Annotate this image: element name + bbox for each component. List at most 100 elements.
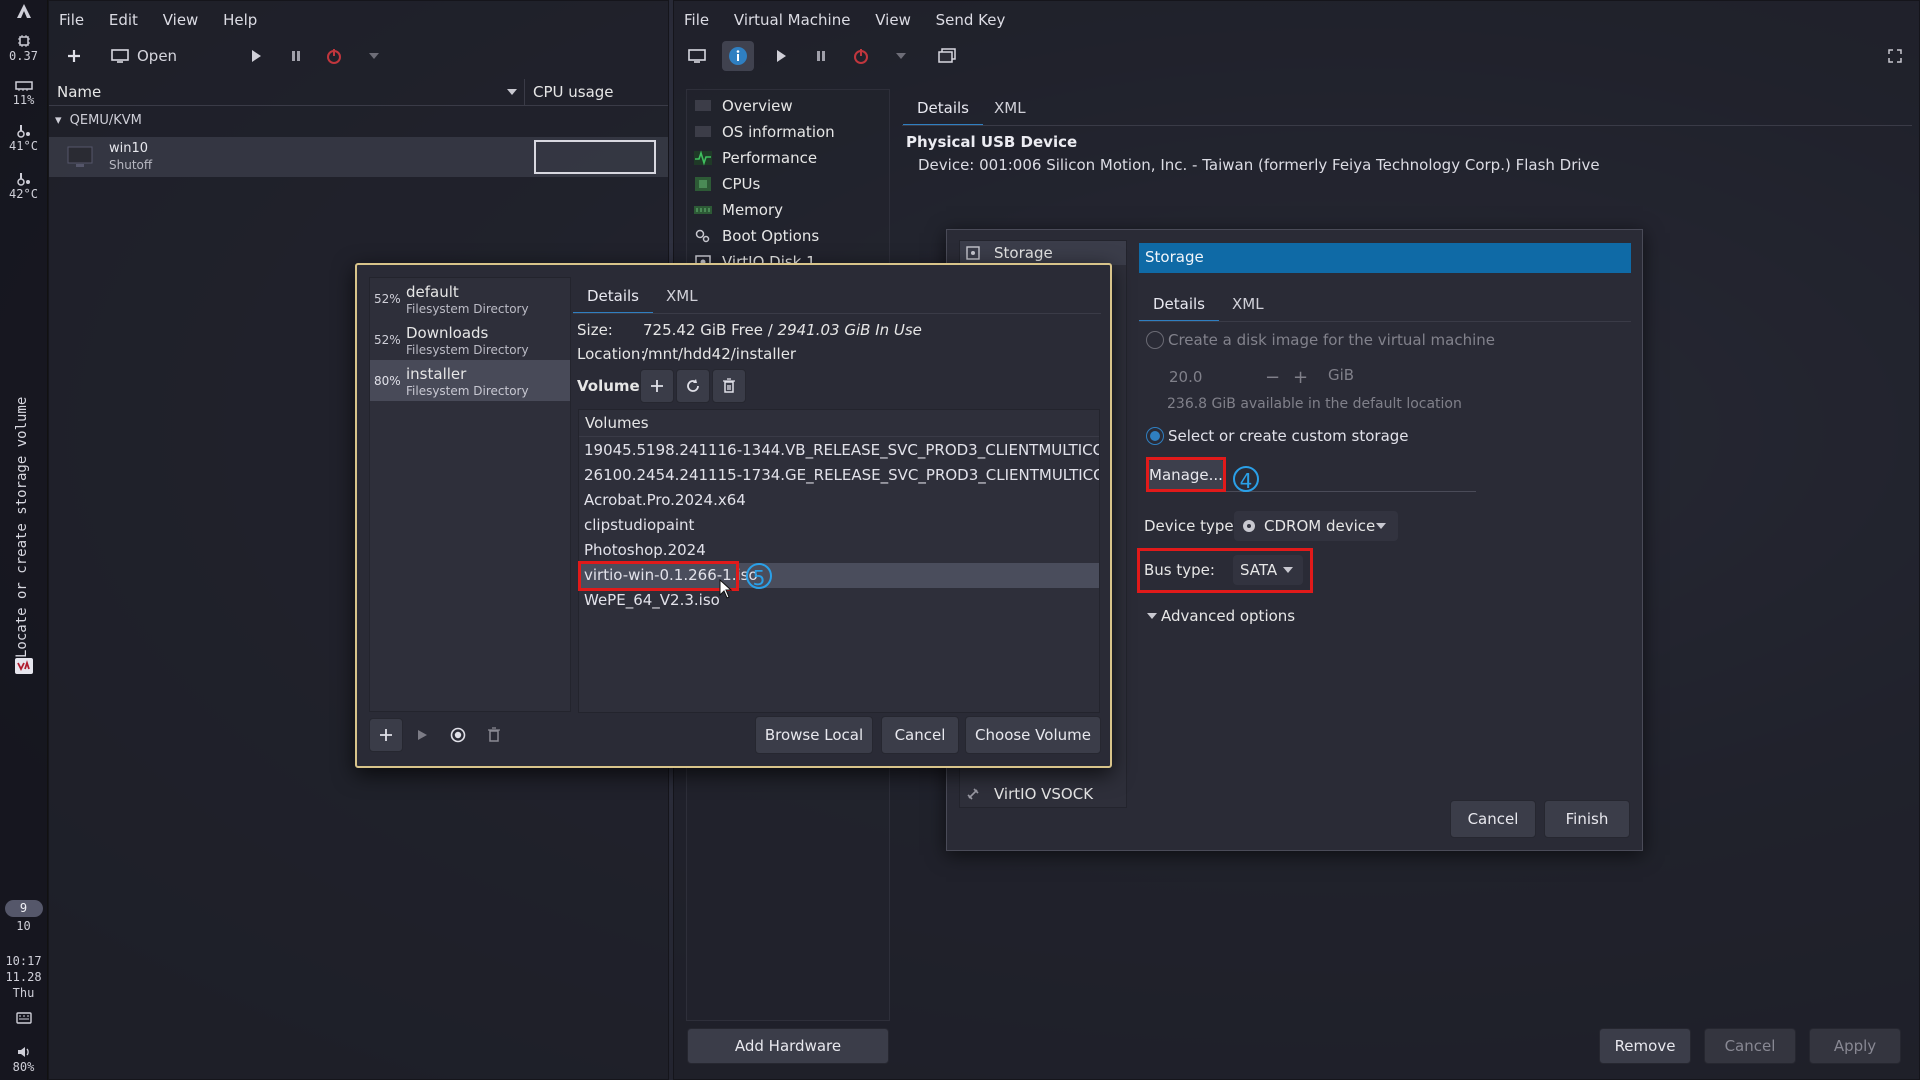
menu-help[interactable]: Help [223,11,257,29]
column-cpu-usage[interactable]: CPU usage [533,83,614,101]
vm-row-win10[interactable]: win10 Shutoff [49,137,668,177]
run-icon[interactable] [245,45,267,67]
vm-tab-xml[interactable]: XML [994,99,1026,117]
details-view-icon[interactable] [722,41,754,71]
sort-chevron-icon[interactable] [507,89,517,95]
volumes-section-label: Volumes [577,377,649,395]
delete-pool-icon[interactable] [477,718,511,752]
overview-icon [695,100,711,111]
choose-volume-button[interactable]: Choose Volume [965,716,1101,754]
performance-icon [694,150,712,166]
fullscreen-icon[interactable] [1886,47,1904,65]
vm-pause-icon[interactable] [810,45,832,67]
hw-item-os-information[interactable]: OS information [694,119,835,145]
volume-row[interactable]: clipstudiopaint [579,513,1099,538]
device-type-select[interactable]: CDROM device [1234,511,1398,541]
add-volume-icon[interactable] [640,369,674,403]
storage-tab-details[interactable]: Details [572,287,654,314]
pool-row-default[interactable]: 52% default Filesystem Directory [370,278,570,319]
clock: 10:17 11.28 Thu [0,953,47,1001]
refresh-volumes-icon[interactable] [676,369,710,403]
vm-cancel-button[interactable]: Cancel [1704,1028,1796,1064]
add-hardware-button[interactable]: Add Hardware [687,1028,889,1064]
custom-storage-radio[interactable] [1146,427,1164,445]
volume-indicator[interactable]: 80% [0,1045,47,1074]
connection-group[interactable]: ▾ QEMU/KVM [55,113,142,128]
manager-menubar: File Edit View Help [59,11,277,29]
workspace-switcher[interactable]: 9 10 [0,900,47,935]
step-marker-4: 4 [1233,466,1259,493]
group-expander-icon[interactable]: ▾ [55,113,62,128]
vm-run-icon[interactable] [770,45,792,67]
storage-tab-xml[interactable]: XML [666,287,698,305]
new-vm-icon[interactable] [63,45,85,67]
vm-power-chevron-icon[interactable] [894,49,908,63]
stop-pool-icon[interactable] [441,718,475,752]
launcher-icon[interactable] [0,3,47,20]
create-disk-option[interactable]: Create a disk image for the virtual mach… [1146,331,1495,349]
vm-menu-view[interactable]: View [875,11,911,29]
disk-size-spinner[interactable]: 20.0 − + [1169,363,1319,391]
finish-button[interactable]: Finish [1544,800,1630,838]
disk-size-value: 20.0 [1169,368,1203,386]
addhw-tab-xml[interactable]: XML [1232,295,1264,313]
storage-pool-list: 52% default Filesystem Directory 52% Dow… [369,277,571,712]
expand-chevron-icon [1147,613,1157,619]
remove-button[interactable]: Remove [1599,1028,1691,1064]
snapshots-icon[interactable] [936,45,958,67]
pool-row-installer[interactable]: 80% installer Filesystem Directory [370,360,570,401]
hw-type-storage[interactable]: Storage [960,241,1126,265]
increase-size-icon[interactable]: + [1293,367,1308,388]
decrease-size-icon[interactable]: − [1265,367,1280,388]
advanced-options-expander[interactable]: Advanced options [1147,607,1295,625]
storage-cancel-button[interactable]: Cancel [881,716,959,754]
custom-storage-option[interactable]: Select or create custom storage [1146,427,1409,445]
volume-row[interactable]: WePE_64_V2.3.iso [579,588,1099,613]
vm-menu-virtual-machine[interactable]: Virtual Machine [734,11,851,29]
cpu-usage-graph [534,140,656,174]
apply-button[interactable]: Apply [1809,1028,1901,1064]
storage-header-bar: Storage [1139,243,1631,273]
hw-item-performance[interactable]: Performance [694,145,817,171]
create-disk-radio[interactable] [1146,331,1164,349]
volume-row[interactable]: 19045.5198.241116-1344.VB_RELEASE_SVC_PR… [579,438,1099,463]
open-button[interactable]: Open [111,45,177,67]
temperature-1: 41°C [9,139,38,153]
menu-view[interactable]: View [163,11,199,29]
hw-item-memory[interactable]: Memory [694,197,783,223]
keyboard-icon[interactable] [0,1012,47,1025]
vm-tab-details[interactable]: Details [902,99,984,126]
addhw-tab-details[interactable]: Details [1138,295,1220,322]
vm-menubar: File Virtual Machine View Send Key [684,11,1025,29]
volume-row[interactable]: Acrobat.Pro.2024.x64 [579,488,1099,513]
pool-row-downloads[interactable]: 52% Downloads Filesystem Directory [370,319,570,360]
pool-usage: 52% [374,292,401,306]
delete-volume-icon[interactable] [712,369,746,403]
volume-row[interactable]: 26100.2454.241115-1734.GE_RELEASE_SVC_PR… [579,463,1099,488]
vm-menu-send-key[interactable]: Send Key [936,11,1006,29]
addhw-cancel-button[interactable]: Cancel [1450,800,1536,838]
browse-local-button[interactable]: Browse Local [755,716,873,754]
hw-item-overview[interactable]: Overview [694,93,793,119]
volume-list-header[interactable]: Volumes [579,410,1099,437]
storage-volume-dialog: 52% default Filesystem Directory 52% Dow… [355,263,1112,768]
menu-file[interactable]: File [59,11,84,29]
workspace-current[interactable]: 9 [4,900,43,917]
add-pool-icon[interactable] [369,718,403,752]
mouse-cursor-icon [719,579,733,599]
start-pool-icon[interactable] [405,718,439,752]
power-icon[interactable] [323,45,345,67]
vm-menu-file[interactable]: File [684,11,709,29]
hw-item-boot-options[interactable]: Boot Options [694,223,819,249]
power-menu-chevron-icon[interactable] [367,49,381,63]
vm-power-icon[interactable] [850,45,872,67]
virt-manager-tray-icon[interactable] [0,657,47,676]
column-name[interactable]: Name [57,83,101,101]
menu-edit[interactable]: Edit [109,11,138,29]
hw-type-virtio-vsock[interactable]: VirtIO VSOCK [960,782,1126,806]
workspace-next[interactable]: 10 [0,917,47,935]
console-view-icon[interactable] [686,45,708,67]
volume-row[interactable]: Photoshop.2024 [579,538,1099,563]
hw-item-cpus[interactable]: CPUs [694,171,760,197]
pause-icon[interactable] [285,45,307,67]
